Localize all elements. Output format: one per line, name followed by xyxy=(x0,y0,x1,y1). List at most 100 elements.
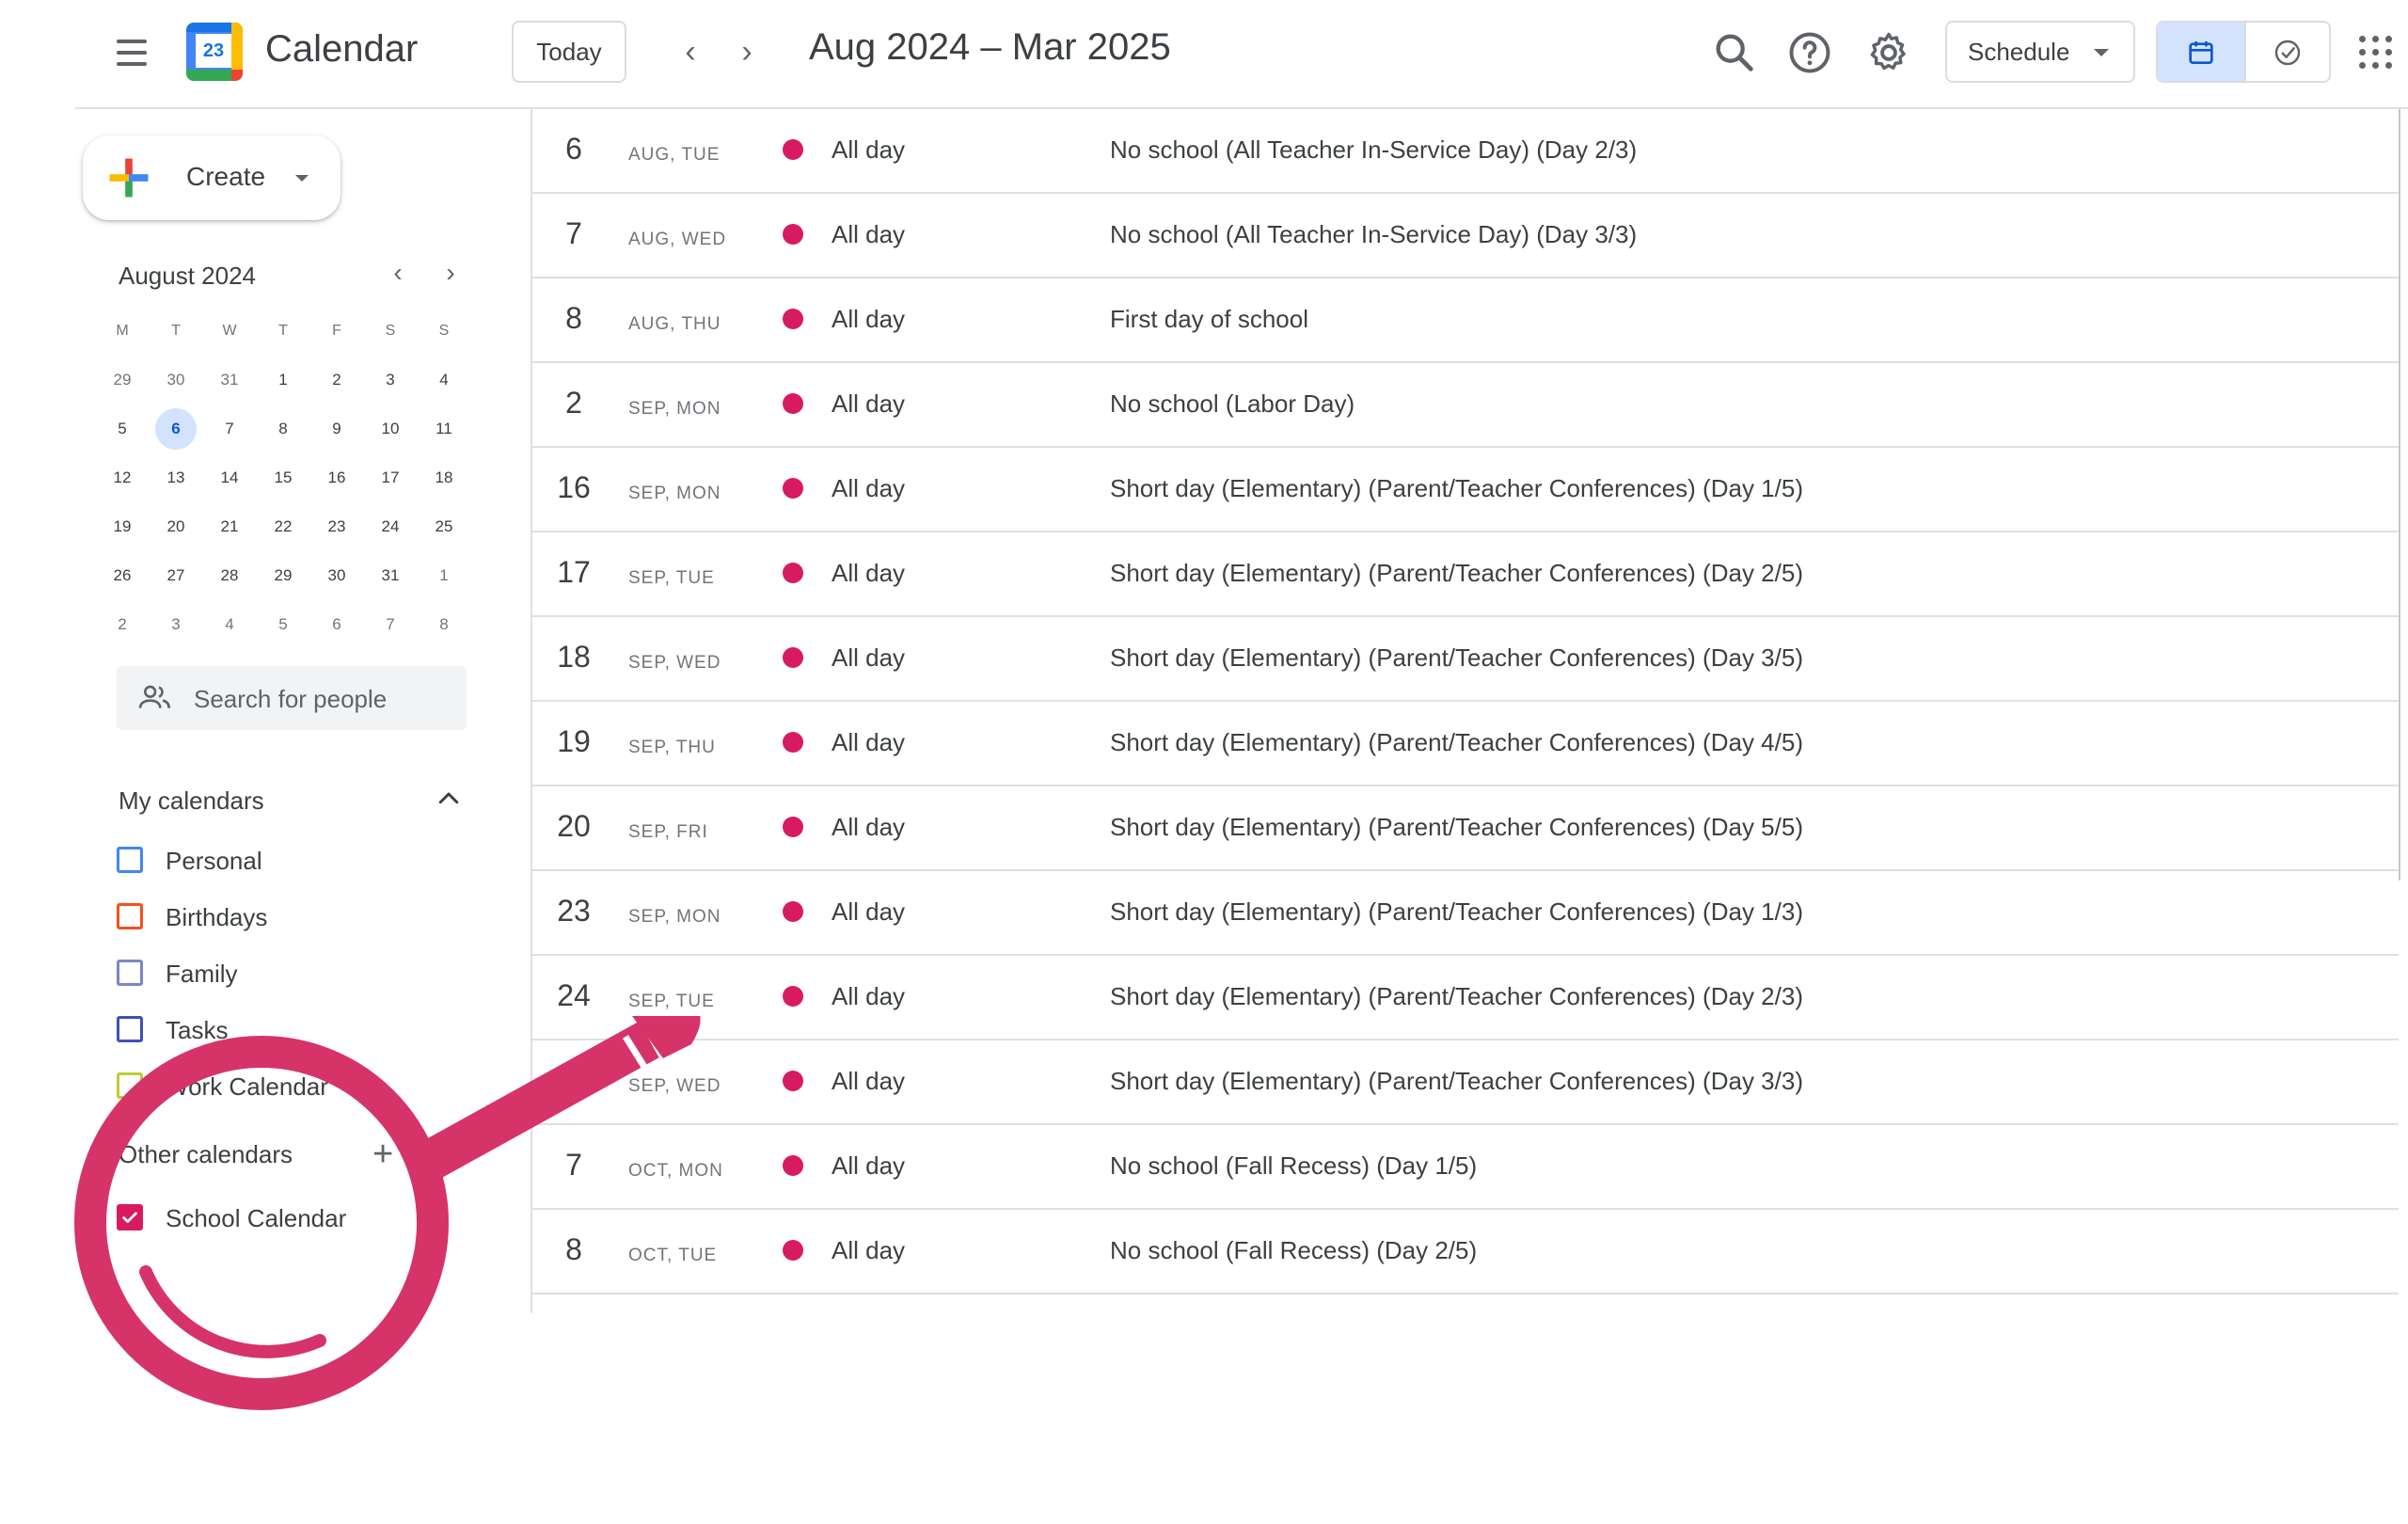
mini-calendar-day[interactable]: 16 xyxy=(316,457,357,499)
event-title[interactable]: First day of school xyxy=(1110,305,1308,334)
event-row[interactable]: 7 OCT, MON All day No school (Fall Recess) … xyxy=(531,1125,2399,1210)
mini-calendar-day[interactable]: 7 xyxy=(209,408,250,450)
mini-calendar-day[interactable]: 28 xyxy=(209,555,250,596)
view-selector-dropdown[interactable]: Schedule xyxy=(1945,21,2135,83)
mini-calendar-day[interactable]: 8 xyxy=(262,408,304,450)
event-title[interactable]: No school (All Teacher In-Service Day) (… xyxy=(1110,135,1637,165)
mini-calendar-day[interactable]: 23 xyxy=(316,506,357,548)
event-day-number[interactable]: 17 xyxy=(546,555,602,590)
main-menu-icon[interactable] xyxy=(109,34,154,71)
event-title[interactable]: Short day (Elementary) (Parent/Teacher C… xyxy=(1110,1067,1803,1096)
mini-calendar-day[interactable]: 31 xyxy=(209,359,250,401)
mini-calendar-day[interactable]: 14 xyxy=(209,457,250,499)
mini-calendar-day[interactable]: 29 xyxy=(262,555,304,596)
mini-calendar-day[interactable]: 10 xyxy=(370,408,411,450)
next-period-icon[interactable]: › xyxy=(728,34,766,71)
calendar-view-button[interactable] xyxy=(2158,23,2244,81)
event-row[interactable]: 7 AUG, WED All day No school (All Teacher I… xyxy=(531,194,2399,278)
event-row[interactable]: 20 SEP, FRI All day Short day (Elementary) … xyxy=(531,786,2399,871)
event-row[interactable]: 25 SEP, WED All day Short day (Elementary) … xyxy=(531,1040,2399,1125)
mini-calendar-day[interactable]: 13 xyxy=(155,457,197,499)
calendar-checkbox[interactable] xyxy=(117,1016,143,1042)
mini-calendar-day[interactable]: 31 xyxy=(370,555,411,596)
mini-calendar-day[interactable]: 6 xyxy=(155,408,197,450)
event-day-number[interactable]: 25 xyxy=(546,1063,602,1098)
event-row[interactable]: 16 SEP, MON All day Short day (Elementary) … xyxy=(531,448,2399,532)
event-title[interactable]: No school (All Teacher In-Service Day) (… xyxy=(1110,220,1637,249)
mini-calendar-day[interactable]: 30 xyxy=(316,555,357,596)
search-people-input[interactable]: Search for people xyxy=(117,666,467,730)
create-button[interactable]: Create xyxy=(83,135,341,220)
calendar-checkbox[interactable] xyxy=(117,847,143,873)
event-row[interactable]: 17 SEP, TUE All day Short day (Elementary) … xyxy=(531,532,2399,617)
mini-calendar-day[interactable]: 1 xyxy=(423,555,465,596)
event-day-number[interactable]: 2 xyxy=(546,386,602,421)
event-title[interactable]: Short day (Elementary) (Parent/Teacher C… xyxy=(1110,643,1803,673)
mini-calendar-day[interactable]: 4 xyxy=(423,359,465,401)
mini-calendar-next-icon[interactable]: › xyxy=(436,258,465,288)
mini-calendar-day[interactable]: 5 xyxy=(102,408,143,450)
event-title[interactable]: No school (Fall Recess) (Day 1/5) xyxy=(1110,1151,1477,1181)
chevron-up-icon[interactable] xyxy=(435,785,463,813)
tasks-check-icon[interactable] xyxy=(2273,38,2303,68)
event-day-number[interactable]: 24 xyxy=(546,978,602,1013)
mini-calendar-day[interactable]: 6 xyxy=(316,604,357,645)
calendar-checkbox[interactable] xyxy=(117,1204,143,1230)
mini-calendar-day[interactable]: 5 xyxy=(262,604,304,645)
mini-calendar-day[interactable]: 24 xyxy=(370,506,411,548)
mini-calendar-day[interactable]: 29 xyxy=(102,359,143,401)
event-title[interactable]: No school (Labor Day) xyxy=(1110,389,1354,419)
event-title[interactable]: No school (Fall Recess) (Day 2/5) xyxy=(1110,1236,1477,1265)
mini-calendar-day[interactable]: 1 xyxy=(262,359,304,401)
event-day-number[interactable]: 7 xyxy=(546,216,602,251)
mini-calendar-day[interactable]: 2 xyxy=(316,359,357,401)
event-day-number[interactable]: 20 xyxy=(546,809,602,844)
event-row[interactable]: 19 SEP, THU All day Short day (Elementary) … xyxy=(531,702,2399,786)
event-row[interactable]: 8 AUG, THU All day First day of school xyxy=(531,278,2399,363)
previous-period-icon[interactable]: ‹ xyxy=(672,34,709,71)
mini-calendar-day[interactable]: 21 xyxy=(209,506,250,548)
mini-calendar-day[interactable]: 17 xyxy=(370,457,411,499)
event-row[interactable]: 6 AUG, TUE All day No school (All Teacher I… xyxy=(531,109,2399,194)
calendar-checkbox[interactable] xyxy=(117,960,143,986)
mini-calendar-prev-icon[interactable]: ‹ xyxy=(384,258,412,288)
event-title[interactable]: Short day (Elementary) (Parent/Teacher C… xyxy=(1110,474,1803,503)
mini-calendar-day[interactable]: 19 xyxy=(102,506,143,548)
mini-calendar-day[interactable]: 15 xyxy=(262,457,304,499)
calendar-checkbox[interactable] xyxy=(117,1072,143,1099)
event-day-number[interactable]: 23 xyxy=(546,894,602,929)
event-day-number[interactable]: 7 xyxy=(546,1148,602,1183)
event-row[interactable]: 18 SEP, WED All day Short day (Elementary) … xyxy=(531,617,2399,702)
event-row[interactable]: 23 SEP, MON All day Short day (Elementary) … xyxy=(531,871,2399,956)
event-title[interactable]: Short day (Elementary) (Parent/Teacher C… xyxy=(1110,813,1803,842)
event-day-number[interactable]: 19 xyxy=(546,724,602,759)
mini-calendar-day[interactable]: 27 xyxy=(155,555,197,596)
event-day-number[interactable]: 6 xyxy=(546,132,602,167)
mini-calendar-day[interactable]: 4 xyxy=(209,604,250,645)
help-icon[interactable] xyxy=(1785,28,1834,77)
mini-calendar-day[interactable]: 22 xyxy=(262,506,304,548)
event-day-number[interactable]: 18 xyxy=(546,640,602,675)
scrollbar[interactable] xyxy=(2399,109,2400,881)
event-title[interactable]: Short day (Elementary) (Parent/Teacher C… xyxy=(1110,897,1803,927)
mini-calendar-day[interactable]: 11 xyxy=(423,408,465,450)
mini-calendar-day[interactable]: 7 xyxy=(370,604,411,645)
mini-calendar-day[interactable]: 3 xyxy=(155,604,197,645)
mini-calendar-day[interactable]: 26 xyxy=(102,555,143,596)
calendar-checkbox[interactable] xyxy=(117,903,143,929)
event-row[interactable]: 24 SEP, TUE All day Short day (Elementary) … xyxy=(531,956,2399,1040)
google-apps-icon[interactable] xyxy=(2359,36,2393,70)
mini-calendar-day[interactable]: 18 xyxy=(423,457,465,499)
settings-gear-icon[interactable] xyxy=(1864,28,1913,77)
event-day-number[interactable]: 8 xyxy=(546,301,602,336)
search-icon[interactable] xyxy=(1710,28,1759,77)
mini-calendar-day[interactable]: 12 xyxy=(102,457,143,499)
mini-calendar-day[interactable]: 8 xyxy=(423,604,465,645)
add-calendar-plus-icon[interactable]: + xyxy=(372,1135,393,1175)
event-title[interactable]: Short day (Elementary) (Parent/Teacher C… xyxy=(1110,982,1803,1011)
mini-calendar-day[interactable]: 25 xyxy=(423,506,465,548)
event-row[interactable]: 8 OCT, TUE All day No school (Fall Recess) … xyxy=(531,1210,2399,1294)
mini-calendar-day[interactable]: 2 xyxy=(102,604,143,645)
event-day-number[interactable]: 8 xyxy=(546,1232,602,1267)
event-title[interactable]: Short day (Elementary) (Parent/Teacher C… xyxy=(1110,559,1803,588)
